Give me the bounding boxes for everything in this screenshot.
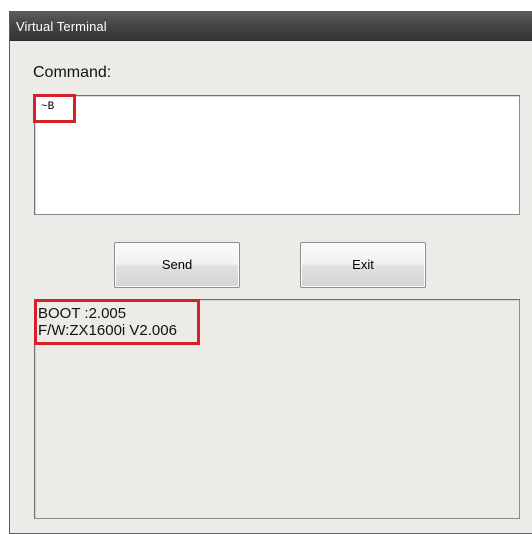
command-input[interactable]: ~B — [34, 95, 520, 215]
send-button[interactable]: Send — [114, 242, 240, 288]
output-line-firmware: F/W:ZX1600i V2.006 — [38, 322, 177, 339]
title-bar[interactable]: Virtual Terminal — [10, 12, 532, 41]
output-line-boot: BOOT :2.005 — [38, 305, 127, 322]
command-label: Command: — [33, 64, 112, 81]
window-title: Virtual Terminal — [16, 19, 107, 34]
exit-button[interactable]: Exit — [300, 242, 426, 288]
terminal-output[interactable]: BOOT :2.005 F/W:ZX1600i V2.006 — [34, 299, 520, 519]
virtual-terminal-window: Virtual Terminal Command: ~B Send Exit B… — [9, 11, 532, 534]
